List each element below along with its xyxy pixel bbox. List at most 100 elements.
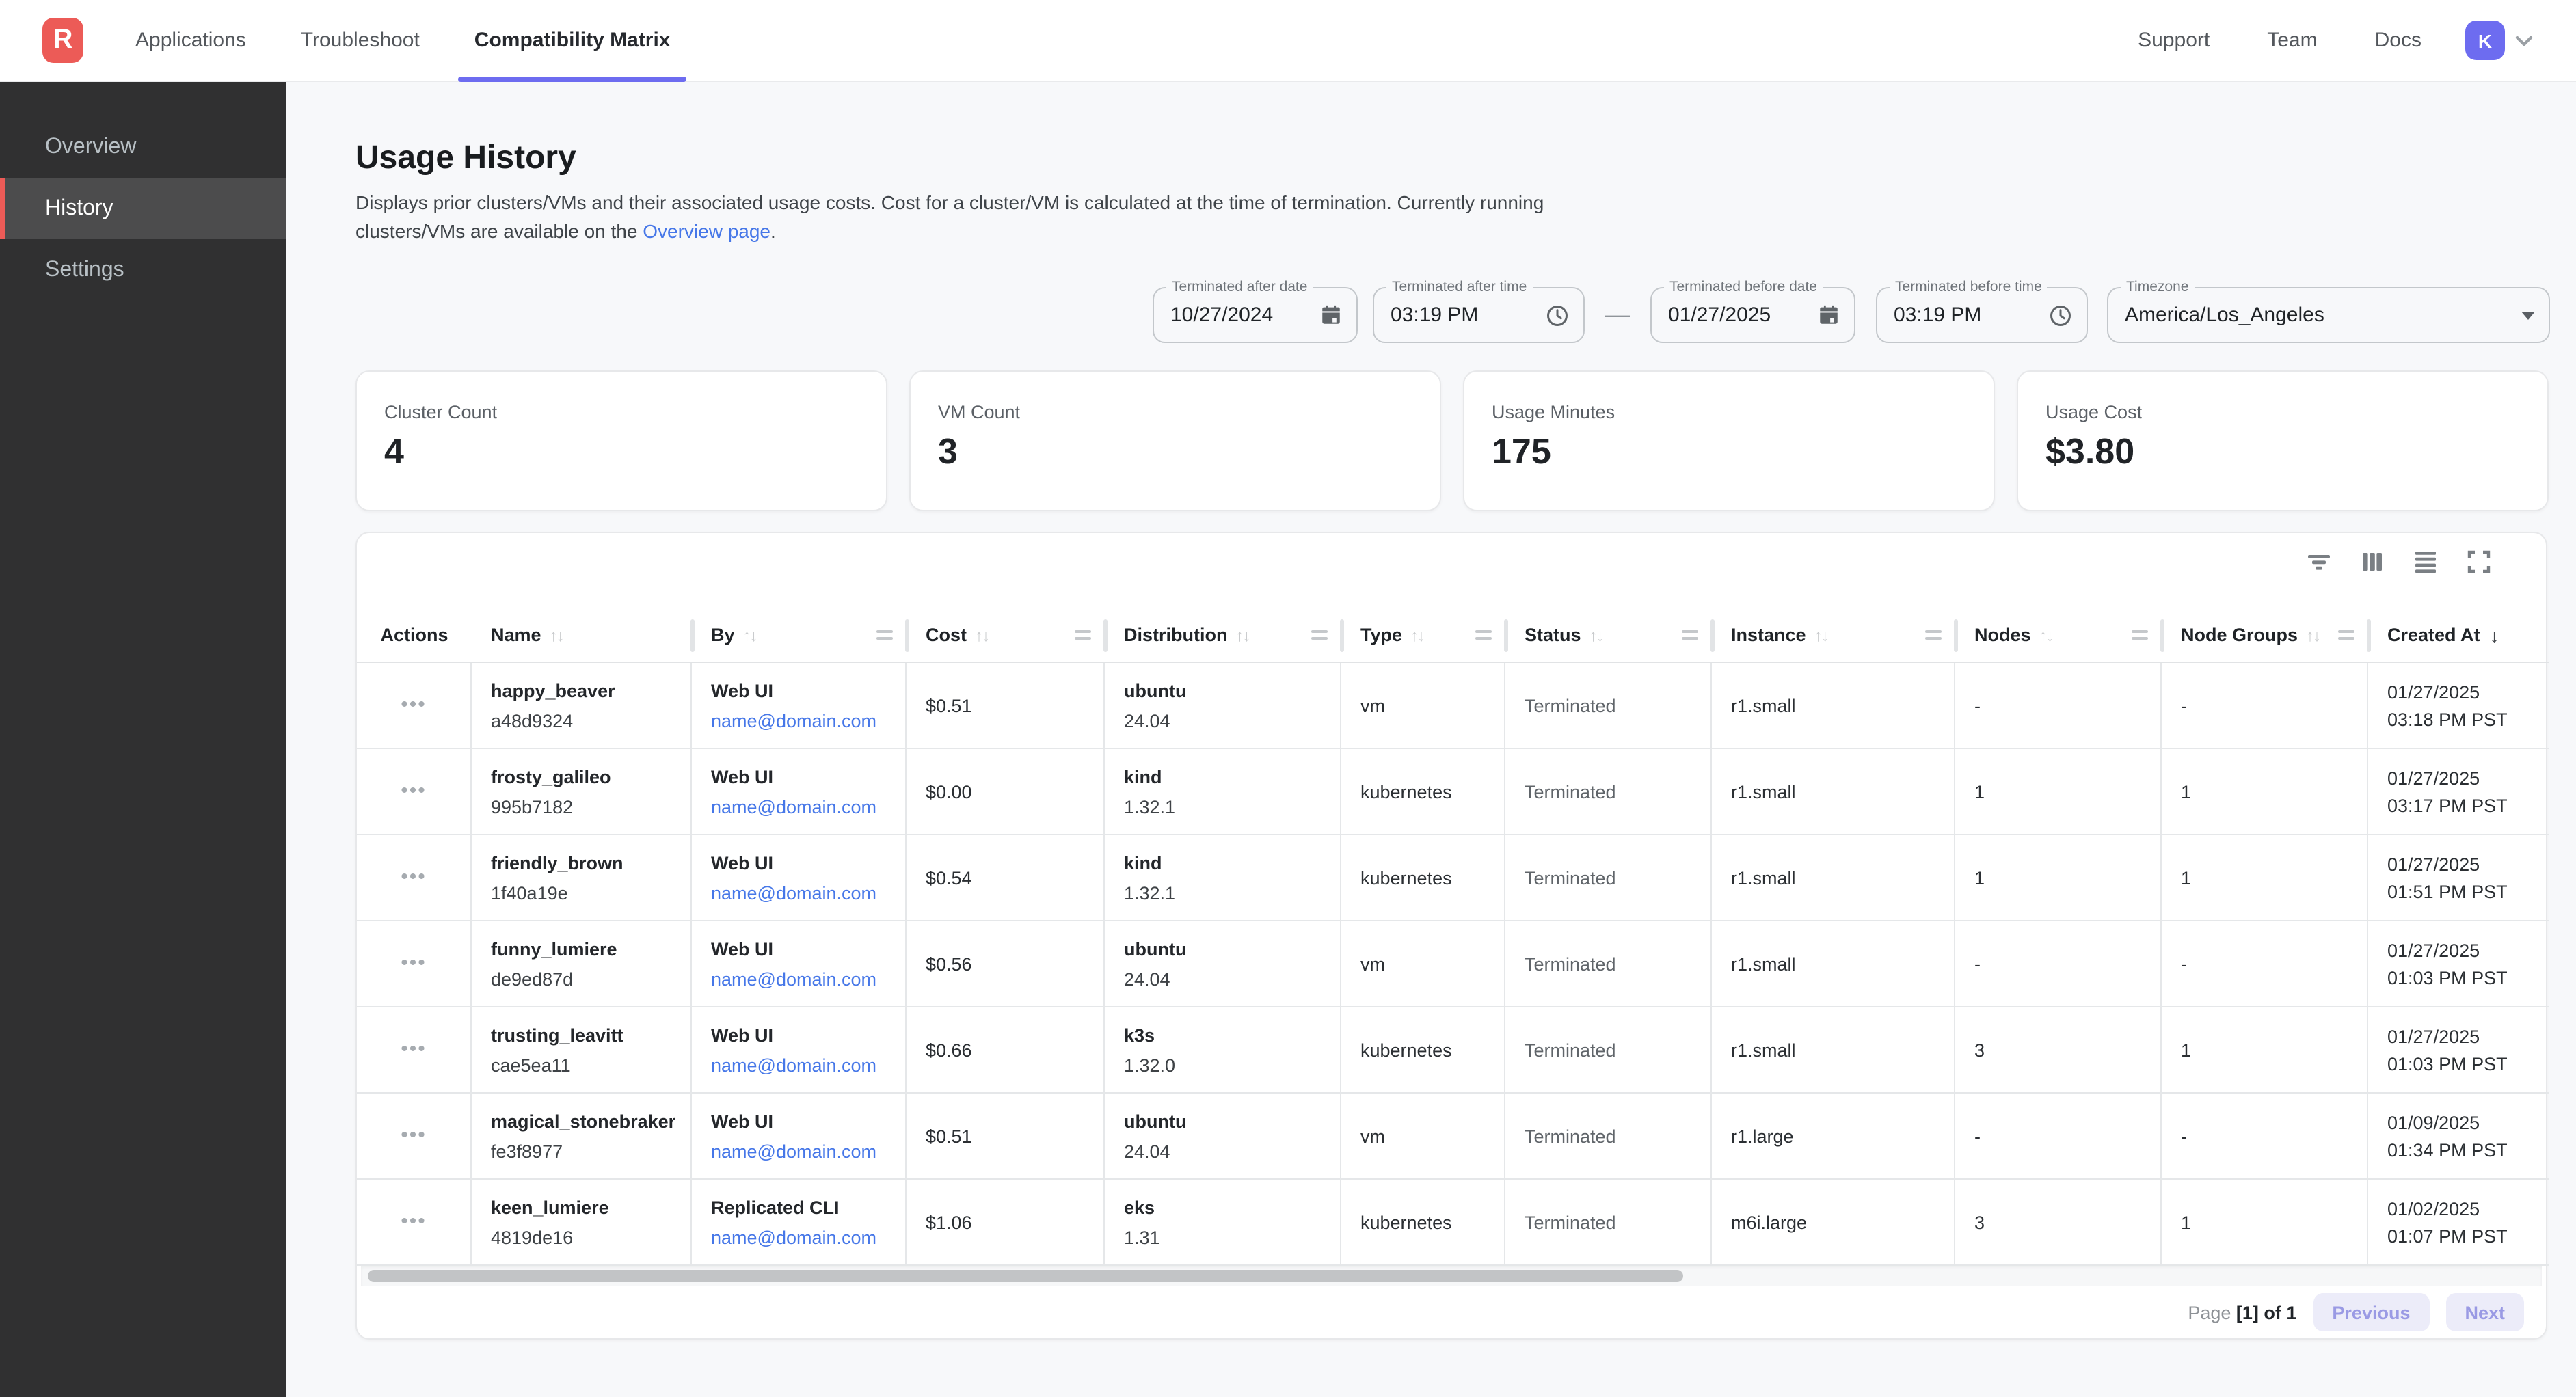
calendar-icon[interactable] bbox=[1319, 303, 1343, 327]
created-by-email-link[interactable]: name@domain.com bbox=[711, 1055, 905, 1075]
created-by-email-link[interactable]: name@domain.com bbox=[711, 1141, 905, 1161]
column-menu-icon[interactable] bbox=[2132, 630, 2148, 641]
cell-distribution: kind 1.32.1 bbox=[1105, 835, 1341, 920]
horizontal-scrollbar-track[interactable] bbox=[361, 1266, 2542, 1286]
cell-cost: $0.66 bbox=[907, 1007, 1105, 1092]
sort-icon: ↑↓ bbox=[1589, 625, 1603, 645]
column-menu-icon[interactable] bbox=[1925, 630, 1942, 641]
cell-cost: $1.06 bbox=[907, 1180, 1105, 1264]
nav-item-support[interactable]: Support bbox=[2138, 29, 2210, 52]
distribution-version: 1.32.1 bbox=[1124, 796, 1340, 817]
table-row: ••• keen_lumiere 4819de16 Replicated CLI… bbox=[357, 1180, 2549, 1266]
row-actions-button[interactable]: ••• bbox=[401, 1043, 427, 1057]
next-page-button[interactable]: Next bbox=[2445, 1293, 2524, 1331]
created-by-email-link[interactable]: name@domain.com bbox=[711, 968, 905, 989]
sort-icon: ↑↓ bbox=[2306, 625, 2320, 645]
timezone-select[interactable]: Timezone America/Los_Angeles bbox=[2107, 287, 2550, 343]
nav-item-team[interactable]: Team bbox=[2267, 29, 2317, 52]
column-menu-icon[interactable] bbox=[2338, 630, 2354, 641]
cell-node-groups: - bbox=[2162, 663, 2368, 748]
row-actions-button[interactable]: ••• bbox=[401, 871, 427, 884]
terminated-before-date-field[interactable]: Terminated before date 01/27/2025 bbox=[1650, 287, 1855, 343]
sort-icon: ↑↓ bbox=[1814, 625, 1828, 645]
density-icon[interactable] bbox=[2413, 550, 2438, 574]
sidebar-item-overview[interactable]: Overview bbox=[0, 116, 286, 178]
pagination: Page [1] of 1 Previous Next bbox=[2188, 1293, 2524, 1331]
fullscreen-icon[interactable] bbox=[2467, 550, 2491, 574]
terminated-after-date-field[interactable]: Terminated after date 10/27/2024 bbox=[1153, 287, 1358, 343]
column-header-created-at[interactable]: Created At ↓ bbox=[2368, 608, 2549, 662]
column-header-node-groups[interactable]: Node Groups ↑↓ bbox=[2162, 608, 2368, 662]
column-header-distribution[interactable]: Distribution ↑↓ bbox=[1105, 608, 1341, 662]
row-actions-button[interactable]: ••• bbox=[401, 1215, 427, 1229]
column-header-nodes[interactable]: Nodes ↑↓ bbox=[1955, 608, 2162, 662]
terminated-after-time-field[interactable]: Terminated after time 03:19 PM bbox=[1373, 287, 1585, 343]
horizontal-scrollbar-thumb[interactable] bbox=[368, 1270, 1683, 1282]
column-menu-icon[interactable] bbox=[1311, 630, 1328, 641]
row-actions-button[interactable]: ••• bbox=[401, 785, 427, 798]
main-content: Usage History Displays prior clusters/VM… bbox=[286, 82, 2576, 1397]
calendar-icon[interactable] bbox=[1817, 303, 1840, 327]
distribution-name: ubuntu bbox=[1124, 938, 1340, 959]
created-date: 01/27/2025 bbox=[2387, 769, 2549, 787]
cell-distribution: eks 1.31 bbox=[1105, 1180, 1341, 1264]
nav-item-compatibility-matrix[interactable]: Compatibility Matrix bbox=[474, 0, 671, 81]
vm-count-card: VM Count 3 bbox=[909, 370, 1441, 511]
row-actions-button[interactable]: ••• bbox=[401, 957, 427, 971]
created-by-email-link[interactable]: name@domain.com bbox=[711, 796, 905, 817]
cell-created-at: 01/09/2025 01:34 PM PST bbox=[2368, 1094, 2549, 1178]
column-header-cost[interactable]: Cost ↑↓ bbox=[907, 608, 1105, 662]
filter-icon[interactable] bbox=[2307, 550, 2331, 574]
previous-page-button[interactable]: Previous bbox=[2313, 1293, 2429, 1331]
cell-status: Terminated bbox=[1505, 835, 1712, 920]
created-by-source: Web UI bbox=[711, 938, 905, 959]
row-actions-button[interactable]: ••• bbox=[401, 698, 427, 712]
column-header-name[interactable]: Name ↑↓ bbox=[472, 608, 692, 662]
sidebar-item-settings[interactable]: Settings bbox=[0, 239, 286, 301]
sort-desc-icon: ↓ bbox=[2490, 624, 2499, 646]
table-header: Actions Name ↑↓ By ↑↓ Cost ↑↓ bbox=[357, 608, 2549, 663]
cluster-id: fe3f8977 bbox=[491, 1141, 690, 1161]
cluster-name: trusting_leavitt bbox=[491, 1025, 690, 1045]
column-menu-icon[interactable] bbox=[876, 630, 893, 641]
created-time: 01:03 PM PST bbox=[2387, 1055, 2549, 1072]
columns-icon[interactable] bbox=[2360, 550, 2385, 574]
cell-created-at: 01/27/2025 01:51 PM PST bbox=[2368, 835, 2549, 920]
clock-icon[interactable] bbox=[2048, 303, 2073, 327]
created-by-email-link[interactable]: name@domain.com bbox=[711, 710, 905, 731]
cluster-name: friendly_brown bbox=[491, 852, 690, 873]
cell-instance: r1.small bbox=[1712, 663, 1955, 748]
cell-name: friendly_brown 1f40a19e bbox=[472, 835, 692, 920]
terminated-before-time-field[interactable]: Terminated before time 03:19 PM bbox=[1876, 287, 2088, 343]
top-nav: R Applications Troubleshoot Compatibilit… bbox=[0, 0, 2576, 82]
description-period: . bbox=[770, 220, 776, 242]
row-actions-button[interactable]: ••• bbox=[401, 1129, 427, 1143]
column-menu-icon[interactable] bbox=[1075, 630, 1091, 641]
cluster-name: happy_beaver bbox=[491, 680, 690, 701]
cell-instance: r1.small bbox=[1712, 1007, 1955, 1092]
column-header-status[interactable]: Status ↑↓ bbox=[1505, 608, 1712, 662]
cell-nodes: - bbox=[1955, 1094, 2162, 1178]
nav-item-applications[interactable]: Applications bbox=[135, 0, 246, 81]
column-header-by[interactable]: By ↑↓ bbox=[692, 608, 907, 662]
created-by-email-link[interactable]: name@domain.com bbox=[711, 1227, 905, 1247]
nav-item-docs[interactable]: Docs bbox=[2375, 29, 2421, 52]
replicated-logo[interactable]: R bbox=[42, 18, 83, 63]
account-menu[interactable]: K bbox=[2465, 21, 2535, 60]
cell-cost: $0.54 bbox=[907, 835, 1105, 920]
nav-item-troubleshoot[interactable]: Troubleshoot bbox=[301, 0, 420, 81]
sidebar-item-history[interactable]: History bbox=[0, 178, 286, 239]
created-by-email-link[interactable]: name@domain.com bbox=[711, 882, 905, 903]
column-header-instance[interactable]: Instance ↑↓ bbox=[1712, 608, 1955, 662]
cell-node-groups: 1 bbox=[2162, 835, 2368, 920]
cell-actions: ••• bbox=[357, 1007, 472, 1092]
cell-by: Web UI name@domain.com bbox=[692, 921, 907, 1006]
column-header-type[interactable]: Type ↑↓ bbox=[1341, 608, 1505, 662]
clock-icon[interactable] bbox=[1545, 303, 1570, 327]
column-menu-icon[interactable] bbox=[1475, 630, 1492, 641]
cell-name: magical_stonebraker fe3f8977 bbox=[472, 1094, 692, 1178]
created-by-source: Web UI bbox=[711, 1025, 905, 1045]
overview-page-link[interactable]: Overview page bbox=[643, 220, 770, 242]
column-menu-icon[interactable] bbox=[1682, 630, 1698, 641]
cell-name: happy_beaver a48d9324 bbox=[472, 663, 692, 748]
